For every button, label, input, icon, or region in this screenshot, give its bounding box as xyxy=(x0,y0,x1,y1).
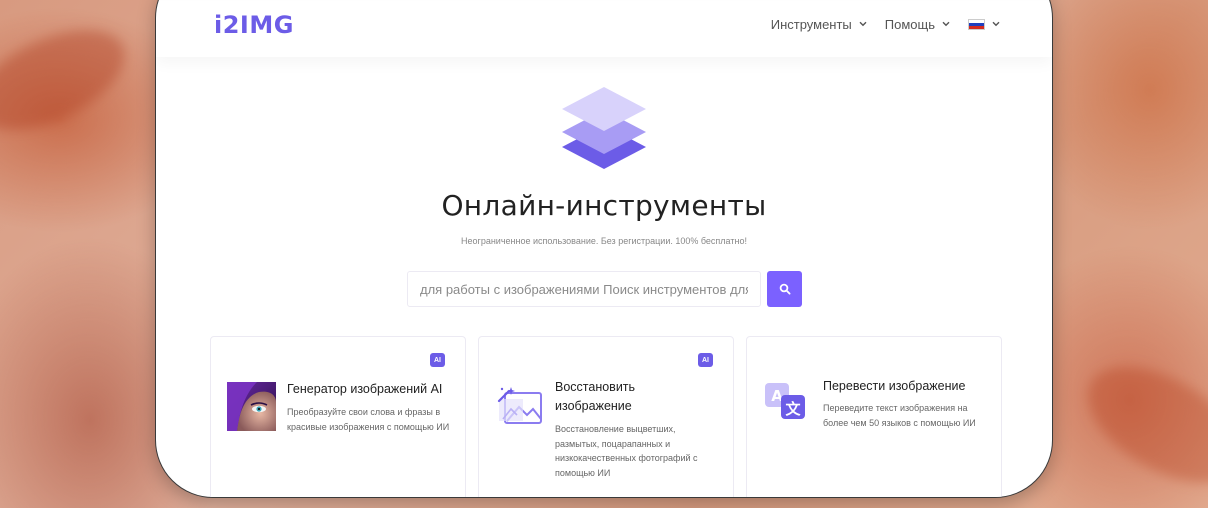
nav-help[interactable]: Помощь xyxy=(885,17,950,32)
nav-help-label: Помощь xyxy=(884,17,935,32)
browser-window: i2IMG Инструменты Помощь Онлайн-инструме… xyxy=(155,0,1053,498)
site-header: i2IMG Инструменты Помощь xyxy=(156,1,1052,57)
main-nav: Инструменты Помощь xyxy=(771,17,1000,32)
background-decor xyxy=(0,9,140,151)
nav-tools[interactable]: Инструменты xyxy=(771,17,867,32)
page-title: Онлайн-инструменты xyxy=(441,189,767,222)
site-logo[interactable]: i2IMG xyxy=(214,11,294,39)
language-selector[interactable] xyxy=(968,19,1000,30)
search-button[interactable] xyxy=(767,271,802,307)
russia-flag-icon xyxy=(968,19,985,30)
search-icon xyxy=(779,283,791,295)
card-title: Перевести изображение xyxy=(823,379,966,393)
background-decor xyxy=(1068,343,1208,507)
card-description: Переведите текст изображения на более че… xyxy=(823,403,976,428)
ai-badge: AI xyxy=(430,353,445,367)
tool-cards: AI Генератор изображений AI Преобразуйте… xyxy=(210,336,1002,497)
ai-badge: AI xyxy=(698,353,713,367)
card-translate-image[interactable]: A 文 Перевести изображение Переведите тек… xyxy=(746,336,1002,497)
page-subtitle: Неограниченное использование. Без регист… xyxy=(461,236,747,246)
translate-icon: A 文 xyxy=(763,381,809,428)
chevron-down-icon xyxy=(859,19,867,29)
card-description: Восстановление выцветших, размытых, поца… xyxy=(555,424,698,478)
nav-tools-label: Инструменты xyxy=(770,17,852,32)
chevron-down-icon xyxy=(942,19,950,29)
card-description: Преобразуйте свои слова и фразы в красив… xyxy=(287,407,450,432)
search-input[interactable] xyxy=(407,271,761,307)
card-title: Генератор изображений AI xyxy=(287,382,443,396)
card-ai-image-generator[interactable]: AI Генератор изображений AI Преобразуйте… xyxy=(210,336,466,497)
chevron-down-icon xyxy=(992,19,1000,29)
layers-icon xyxy=(560,85,648,176)
ai-portrait-thumbnail xyxy=(227,382,276,436)
magic-image-icon xyxy=(495,385,545,430)
search-bar xyxy=(407,271,802,307)
svg-text:文: 文 xyxy=(785,400,801,418)
card-title: Восстановить изображение xyxy=(555,380,636,413)
card-restore-image[interactable]: AI Восстановить изображение Восстановлен… xyxy=(478,336,734,497)
